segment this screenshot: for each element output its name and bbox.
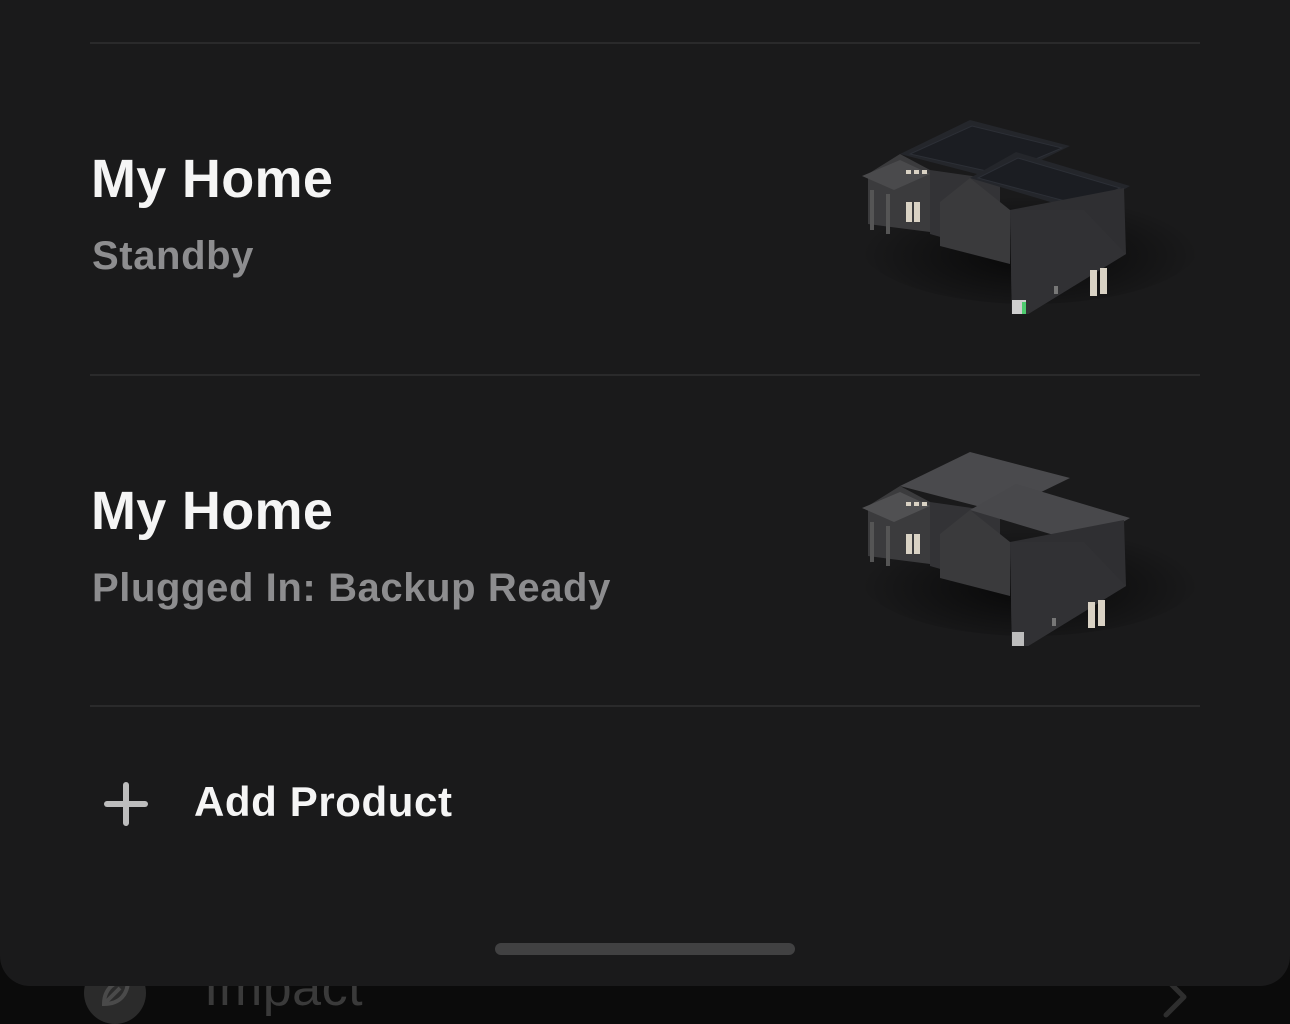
add-product-label: Add Product: [194, 778, 453, 825]
add-product-button[interactable]: Add Product: [0, 740, 1290, 870]
product-item-2[interactable]: My Home Plugged In: Backup Ready: [0, 376, 1290, 706]
house-with-solar-roof-icon: [840, 114, 1200, 328]
product-status: Plugged In: Backup Ready: [92, 566, 611, 610]
plus-icon: [102, 780, 150, 828]
product-title: My Home: [91, 481, 334, 541]
divider: [90, 705, 1200, 707]
house-icon: [840, 446, 1200, 658]
product-switcher-sheet: My Home Standby My Home Plugged In: Back…: [0, 0, 1290, 986]
product-item-1[interactable]: My Home Standby: [0, 44, 1290, 374]
home-indicator[interactable]: [495, 943, 795, 955]
product-title: My Home: [91, 149, 334, 209]
product-status: Standby: [92, 234, 254, 278]
